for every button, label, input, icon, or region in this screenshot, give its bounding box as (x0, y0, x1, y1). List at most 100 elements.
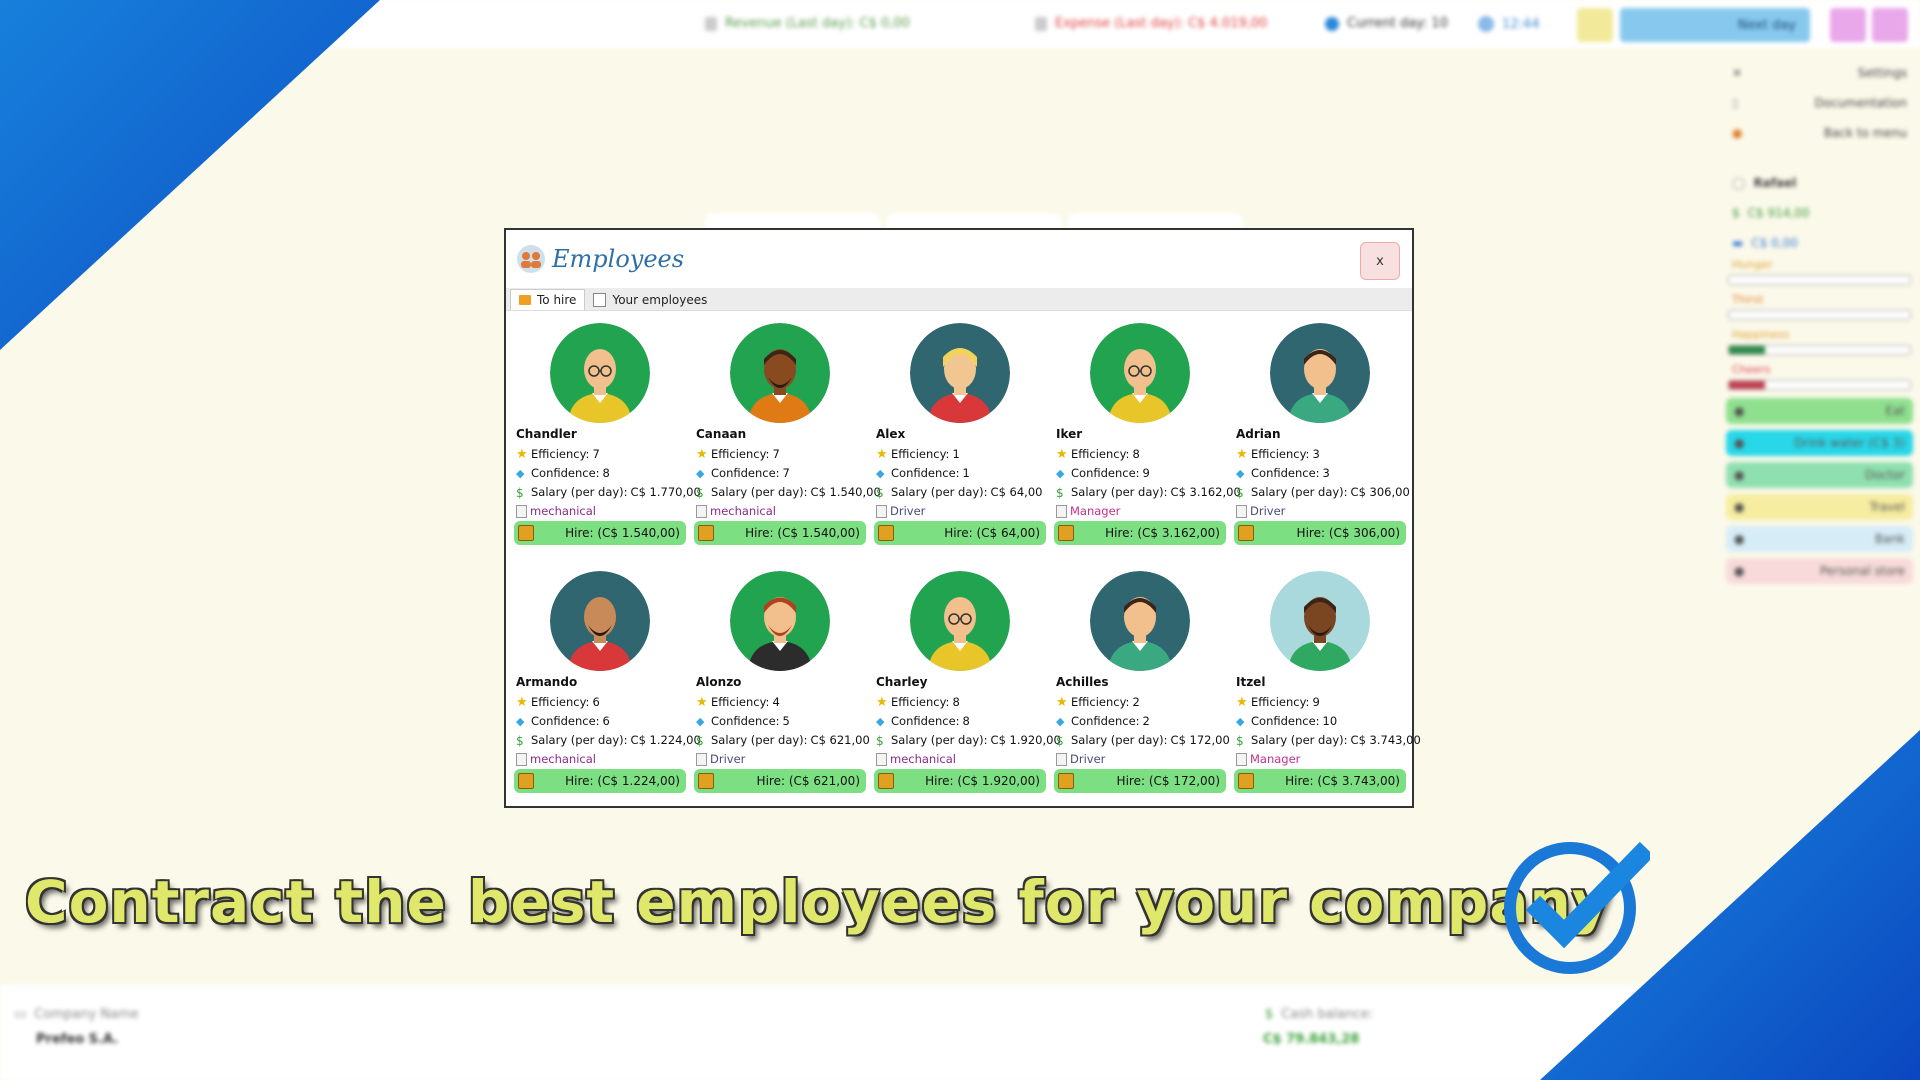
company-name-label: Company Name (34, 1007, 139, 1022)
cheers-bar (1728, 380, 1911, 390)
efficiency-row: ★ Efficiency: 3 (1236, 445, 1410, 464)
close-window-button[interactable] (1872, 8, 1908, 42)
dollar-icon: $ (876, 733, 884, 748)
pause-button[interactable] (1577, 8, 1613, 42)
employee-avatar (550, 571, 650, 671)
back-icon: ● (1732, 126, 1743, 140)
confidence-label: Confidence: (1071, 466, 1140, 480)
role-row: Driver (696, 750, 870, 769)
employee-role: Driver (710, 752, 746, 766)
confidence-row: ◆ Confidence: 7 (696, 464, 881, 483)
hire-button[interactable]: Hire: (C$ 621,00) (694, 769, 866, 793)
back-to-menu-item[interactable]: ● Back to menu (1722, 118, 1917, 148)
salary-value: C$ 64,00 (990, 485, 1043, 499)
clock-indicator: 12:44 (1478, 16, 1539, 32)
hire-button[interactable]: Hire: (C$ 1.540,00) (694, 521, 866, 545)
efficiency-label: Efficiency: (1251, 695, 1310, 709)
employees-icon (517, 245, 545, 273)
diamond-icon: ◆ (516, 714, 525, 728)
efficiency-value: 7 (772, 447, 780, 461)
hire-button[interactable]: Hire: (C$ 3.743,00) (1234, 769, 1406, 793)
diamond-icon: ◆ (1236, 466, 1245, 480)
efficiency-row: ★ Efficiency: 9 (1236, 693, 1421, 712)
happiness-fill (1729, 346, 1766, 354)
employee-avatar (550, 323, 650, 423)
diamond-icon: ◆ (1056, 466, 1065, 480)
salary-row: $ Salary (per day): C$ 3.743,00 (1236, 731, 1421, 750)
revenue-text: Revenue (Last day): C$ 0,00 (725, 16, 910, 31)
doc-icon: ▯ (1732, 96, 1739, 110)
bank-button[interactable]: ● Bank (1726, 526, 1913, 552)
minimize-button[interactable] (1830, 8, 1866, 42)
efficiency-label: Efficiency: (531, 447, 590, 461)
confidence-row: ◆ Confidence: 9 (1056, 464, 1241, 483)
happiness-label: Happiness (1732, 328, 1790, 341)
bank-label: Bank (1874, 532, 1905, 546)
efficiency-label: Efficiency: (711, 695, 770, 709)
hire-label: Hire: (C$ 3.743,00) (1285, 774, 1400, 788)
employee-info: Adrian ★ Efficiency: 3 ◆ Confidence: 3 $ S… (1236, 425, 1410, 521)
efficiency-label: Efficiency: (1071, 695, 1130, 709)
travel-button[interactable]: ● Travel (1726, 494, 1913, 520)
hire-button[interactable]: Hire: (C$ 3.162,00) (1054, 521, 1226, 545)
employee-info: Chandler ★ Efficiency: 7 ◆ Confidence: 8 $… (516, 425, 701, 521)
confidence-label: Confidence: (531, 714, 600, 728)
efficiency-row: ★ Efficiency: 7 (696, 445, 881, 464)
employee-role: mechanical (890, 752, 956, 766)
efficiency-value: 8 (952, 695, 960, 709)
personal-store-button[interactable]: ● Personal store (1726, 558, 1913, 584)
eat-button[interactable]: ● Eat (1726, 398, 1913, 424)
document-icon (516, 753, 527, 766)
employee-name: Alex (876, 427, 906, 441)
salary-label: Salary (per day): (711, 733, 808, 747)
hire-label: Hire: (C$ 1.224,00) (565, 774, 680, 788)
salary-label: Salary (per day): (1251, 733, 1348, 747)
thirst-bar (1728, 310, 1911, 320)
drink-water-button[interactable]: ● Drink water (C$ 3) (1726, 430, 1913, 456)
efficiency-value: 4 (772, 695, 780, 709)
dollar-icon: $ (516, 733, 524, 748)
confidence-value: 1 (962, 466, 970, 480)
tab-to-hire-label: To hire (537, 293, 577, 307)
employee-card: Iker ★ Efficiency: 8 ◆ Confidence: 9 $ Sal… (1050, 317, 1241, 565)
list-icon (593, 293, 607, 307)
star-icon: ★ (1236, 694, 1248, 710)
hire-button[interactable]: Hire: (C$ 64,00) (874, 521, 1046, 545)
cheers-fill (1729, 381, 1766, 389)
hire-button[interactable]: Hire: (C$ 1.224,00) (514, 769, 686, 793)
employee-name: Itzel (1236, 675, 1266, 689)
dollar-icon: $ (1056, 485, 1064, 500)
hire-label: Hire: (C$ 172,00) (1116, 774, 1220, 788)
employee-avatar (910, 323, 1010, 423)
diamond-icon: ◆ (876, 714, 885, 728)
efficiency-row: ★ Efficiency: 1 (876, 445, 1042, 464)
documentation-item[interactable]: ▯ Documentation (1722, 88, 1917, 118)
salary-row: $ Salary (per day): C$ 1.540,00 (696, 483, 881, 502)
hire-button[interactable]: Hire: (C$ 1.540,00) (514, 521, 686, 545)
contract-icon (1238, 525, 1254, 541)
document-icon (516, 505, 527, 518)
contract-icon (1058, 773, 1074, 789)
cash-value: C$ 914,00 (1747, 206, 1810, 220)
money-icon: $ (1265, 1007, 1274, 1022)
employee-card: Itzel ★ Efficiency: 9 ◆ Confidence: 10 $ S… (1230, 565, 1421, 813)
employee-card: Achilles ★ Efficiency: 2 ◆ Confidence: 2 $… (1050, 565, 1230, 813)
tab-your-employees[interactable]: Your employees (585, 290, 715, 310)
salary-label: Salary (per day): (891, 485, 988, 499)
confidence-label: Confidence: (1251, 714, 1320, 728)
settings-item[interactable]: ✕ Settings (1722, 58, 1917, 88)
hire-button[interactable]: Hire: (C$ 172,00) (1054, 769, 1226, 793)
contract-icon (1238, 773, 1254, 789)
hire-button[interactable]: Hire: (C$ 306,00) (1234, 521, 1406, 545)
confidence-value: 8 (962, 714, 970, 728)
hire-label: Hire: (C$ 621,00) (756, 774, 860, 788)
next-day-button[interactable]: Next day (1620, 8, 1810, 42)
hire-button[interactable]: Hire: (C$ 1.920,00) (874, 769, 1046, 793)
tab-to-hire[interactable]: To hire (510, 289, 586, 310)
close-button[interactable]: x (1360, 242, 1400, 280)
efficiency-row: ★ Efficiency: 2 (1056, 693, 1230, 712)
hire-label: Hire: (C$ 1.540,00) (565, 526, 680, 540)
doctor-button[interactable]: ● Doctor (1726, 462, 1913, 488)
salary-label: Salary (per day): (531, 733, 628, 747)
salary-row: $ Salary (per day): C$ 1.770,00 (516, 483, 701, 502)
